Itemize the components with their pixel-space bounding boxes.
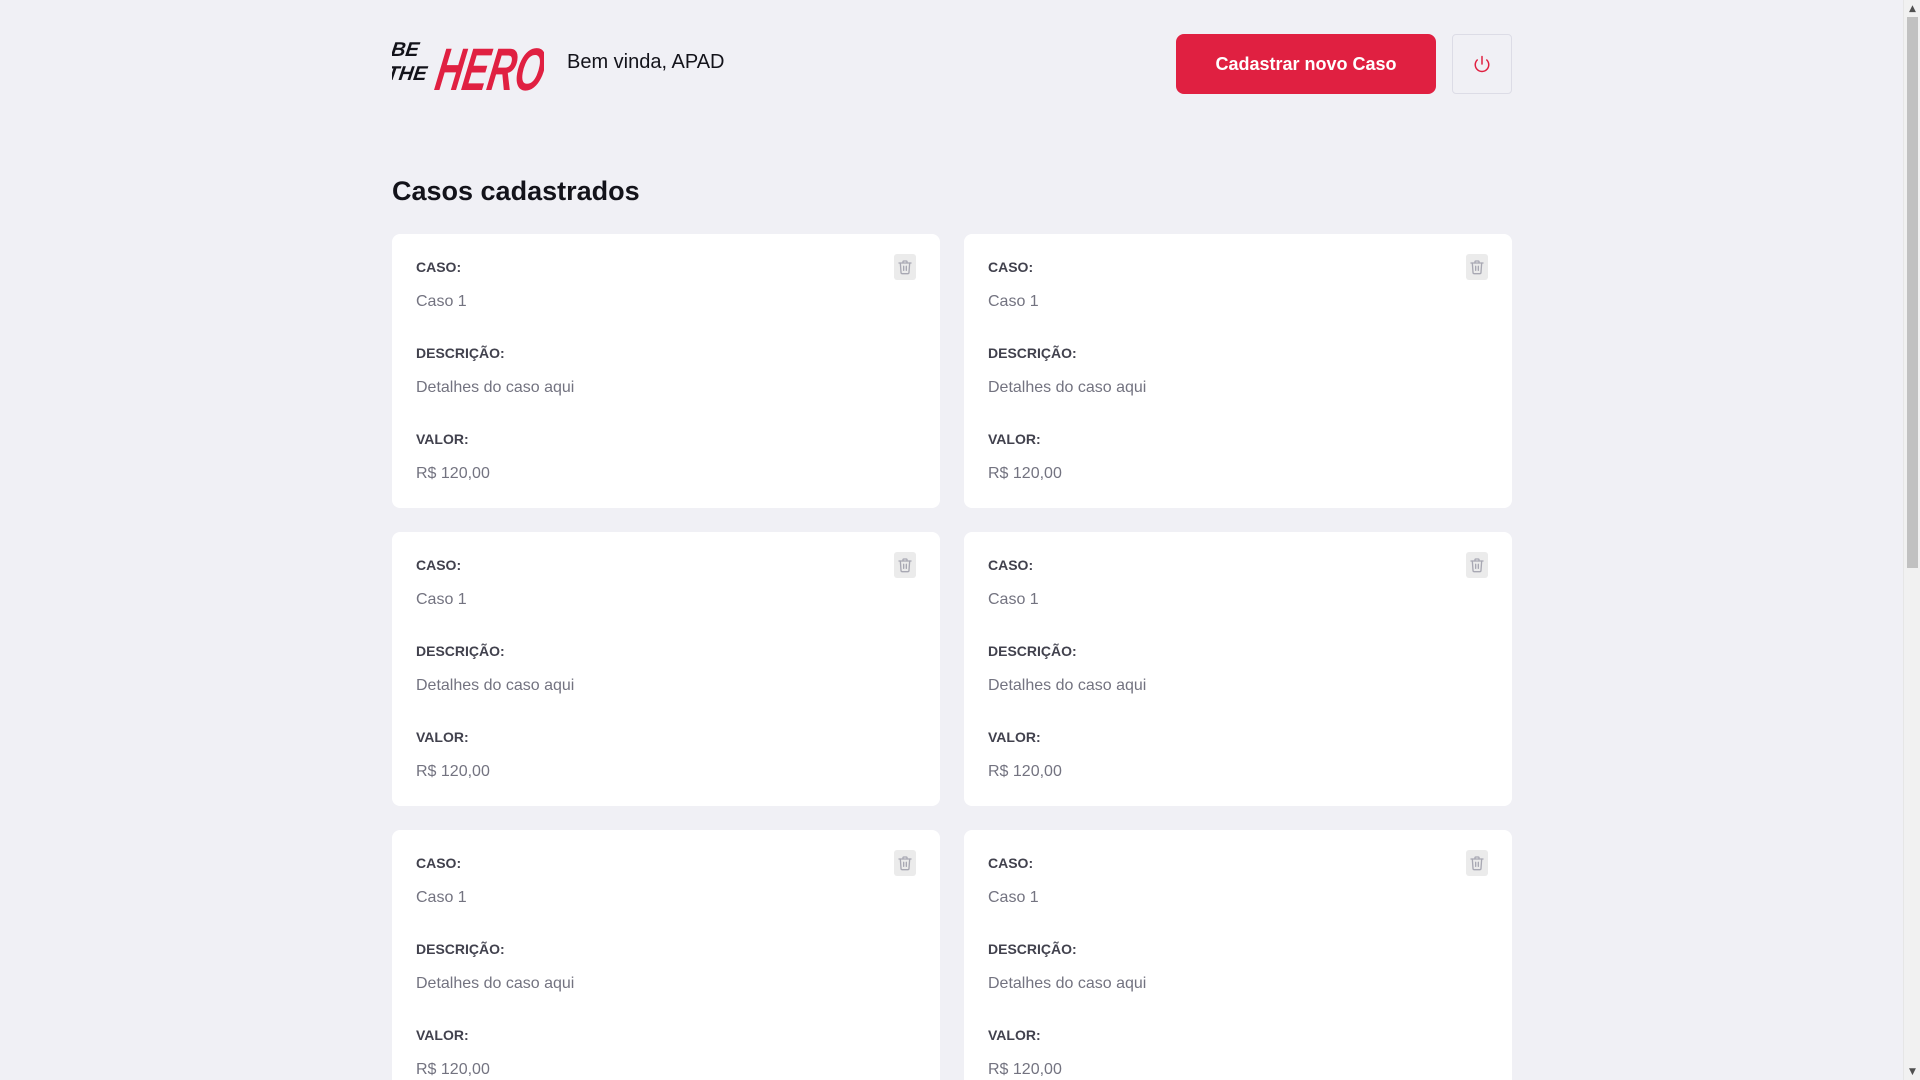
case-value: Caso 1 (988, 293, 1039, 310)
description-field: DESCRIÇÃO: Detalhes do caso aqui (416, 344, 916, 398)
description-field: DESCRIÇÃO: Detalhes do caso aqui (988, 344, 1488, 398)
power-icon (1474, 55, 1490, 73)
description-label: DESCRIÇÃO: (416, 941, 505, 957)
description-label: DESCRIÇÃO: (988, 643, 1077, 659)
case-label: CASO: (988, 557, 1034, 573)
logo-be: BE (392, 39, 421, 61)
delete-case-button[interactable] (1466, 552, 1488, 578)
delete-case-button[interactable] (894, 850, 916, 876)
value-label: VALOR: (416, 1027, 469, 1043)
description-value: Detalhes do caso aqui (416, 677, 575, 694)
value-label: VALOR: (416, 729, 469, 745)
trash-icon (1470, 856, 1484, 871)
case-label: CASO: (416, 557, 462, 573)
be-the-hero-logo: BE THE HERO (392, 35, 544, 96)
case-value: Caso 1 (416, 591, 467, 608)
value-label: VALOR: (416, 431, 469, 447)
value-amount: R$ 120,00 (988, 465, 1062, 482)
trash-icon (898, 856, 912, 871)
case-value: Caso 1 (988, 591, 1039, 608)
case-card: CASO: Caso 1 DESCRIÇÃO: Detalhes do caso… (392, 830, 940, 1080)
scroll-down-arrow-icon[interactable]: ▼ (1904, 1063, 1920, 1080)
logo-the: THE (392, 63, 429, 85)
scroll-up-arrow-icon[interactable]: ▲ (1904, 0, 1920, 17)
value-field: VALOR: R$ 120,00 (416, 430, 916, 484)
case-card: CASO: Caso 1 DESCRIÇÃO: Detalhes do caso… (964, 234, 1512, 508)
cases-list: CASO: Caso 1 DESCRIÇÃO: Detalhes do caso… (392, 234, 1512, 1080)
value-amount: R$ 120,00 (988, 1061, 1062, 1078)
case-card: CASO: Caso 1 DESCRIÇÃO: Detalhes do caso… (392, 234, 940, 508)
delete-case-button[interactable] (1466, 850, 1488, 876)
trash-icon (898, 260, 912, 275)
description-field: DESCRIÇÃO: Detalhes do caso aqui (988, 940, 1488, 994)
case-label: CASO: (988, 855, 1034, 871)
logo-hero: HERO (431, 35, 544, 96)
description-label: DESCRIÇÃO: (416, 643, 505, 659)
welcome-text: Bem vinda, APAD (567, 51, 725, 73)
value-field: VALOR: R$ 120,00 (988, 430, 1488, 484)
description-value: Detalhes do caso aqui (988, 975, 1147, 992)
page-title: Casos cadastrados (392, 176, 640, 206)
logout-button[interactable] (1452, 34, 1512, 94)
case-field: CASO: Caso 1 (988, 556, 1488, 610)
description-label: DESCRIÇÃO: (416, 345, 505, 361)
description-value: Detalhes do caso aqui (988, 379, 1147, 396)
header: BE THE HERO Bem vinda, APAD Cadastrar no… (392, 0, 1512, 128)
description-label: DESCRIÇÃO: (988, 941, 1077, 957)
case-value: Caso 1 (416, 889, 467, 906)
value-label: VALOR: (988, 729, 1041, 745)
value-label: VALOR: (988, 1027, 1041, 1043)
page: BE THE HERO Bem vinda, APAD Cadastrar no… (0, 0, 1920, 1080)
delete-case-button[interactable] (894, 552, 916, 578)
new-case-button[interactable]: Cadastrar novo Caso (1176, 34, 1436, 94)
case-value: Caso 1 (416, 293, 467, 310)
case-field: CASO: Caso 1 (988, 854, 1488, 908)
description-field: DESCRIÇÃO: Detalhes do caso aqui (416, 940, 916, 994)
value-label: VALOR: (988, 431, 1041, 447)
value-amount: R$ 120,00 (416, 465, 490, 482)
description-value: Detalhes do caso aqui (988, 677, 1147, 694)
vertical-scrollbar[interactable]: ▲ ▼ (1903, 0, 1920, 1080)
value-field: VALOR: R$ 120,00 (416, 1026, 916, 1080)
value-amount: R$ 120,00 (988, 763, 1062, 780)
case-value: Caso 1 (988, 889, 1039, 906)
case-card: CASO: Caso 1 DESCRIÇÃO: Detalhes do caso… (964, 532, 1512, 806)
description-value: Detalhes do caso aqui (416, 975, 575, 992)
value-amount: R$ 120,00 (416, 763, 490, 780)
trash-icon (898, 558, 912, 573)
description-value: Detalhes do caso aqui (416, 379, 575, 396)
case-label: CASO: (416, 259, 462, 275)
description-field: DESCRIÇÃO: Detalhes do caso aqui (988, 642, 1488, 696)
value-field: VALOR: R$ 120,00 (988, 728, 1488, 782)
delete-case-button[interactable] (894, 254, 916, 280)
value-field: VALOR: R$ 120,00 (416, 728, 916, 782)
value-field: VALOR: R$ 120,00 (988, 1026, 1488, 1080)
delete-case-button[interactable] (1466, 254, 1488, 280)
case-label: CASO: (988, 259, 1034, 275)
scroll-thumb[interactable] (1907, 17, 1918, 568)
description-label: DESCRIÇÃO: (988, 345, 1077, 361)
value-amount: R$ 120,00 (416, 1061, 490, 1078)
profile-container: BE THE HERO Bem vinda, APAD Cadastrar no… (392, 0, 1512, 1080)
trash-icon (1470, 260, 1484, 275)
case-field: CASO: Caso 1 (416, 258, 916, 312)
case-field: CASO: Caso 1 (416, 854, 916, 908)
case-label: CASO: (416, 855, 462, 871)
case-card: CASO: Caso 1 DESCRIÇÃO: Detalhes do caso… (392, 532, 940, 806)
trash-icon (1470, 558, 1484, 573)
description-field: DESCRIÇÃO: Detalhes do caso aqui (416, 642, 916, 696)
case-card: CASO: Caso 1 DESCRIÇÃO: Detalhes do caso… (964, 830, 1512, 1080)
case-field: CASO: Caso 1 (988, 258, 1488, 312)
case-field: CASO: Caso 1 (416, 556, 916, 610)
